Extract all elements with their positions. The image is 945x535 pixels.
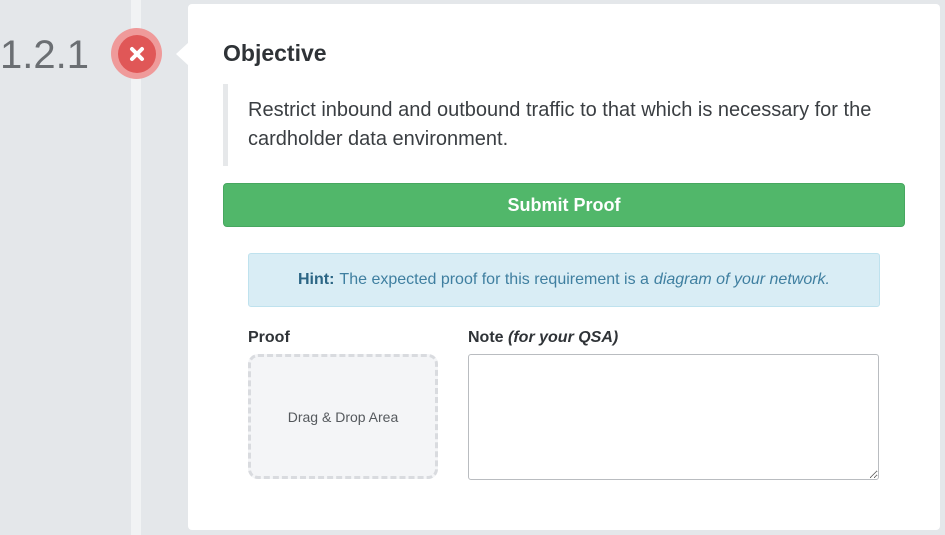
objective-heading: Objective	[223, 40, 327, 66]
requirement-card: Objective Restrict inbound and outbound …	[188, 4, 940, 530]
status-badge-inner	[117, 34, 156, 73]
close-icon	[129, 46, 144, 61]
submit-proof-button[interactable]: Submit Proof	[223, 183, 905, 227]
drag-drop-text: Drag & Drop Area	[287, 408, 399, 425]
hint-box: Hint: The expected proof for this requir…	[248, 253, 880, 307]
drag-drop-area[interactable]: Drag & Drop Area	[248, 354, 438, 479]
hint-label: Hint:	[297, 271, 335, 288]
note-label-suffix: (for your QSA)	[508, 329, 619, 346]
note-textarea[interactable]	[468, 354, 879, 480]
proof-label: Proof	[248, 329, 290, 346]
hint-text: The expected proof for this requirement …	[339, 271, 649, 288]
hint-emphasis: diagram of your network.	[653, 271, 830, 288]
timeline-rail	[131, 0, 141, 535]
requirement-stage: 1.2.1 Objective Restrict inbound and out…	[0, 0, 945, 535]
requirement-number: 1.2.1	[0, 33, 89, 77]
status-badge	[111, 28, 162, 79]
note-label: Note (for your QSA)	[468, 329, 618, 347]
note-label-text: Note	[468, 329, 504, 346]
objective-text: Restrict inbound and outbound traffic to…	[223, 84, 903, 166]
